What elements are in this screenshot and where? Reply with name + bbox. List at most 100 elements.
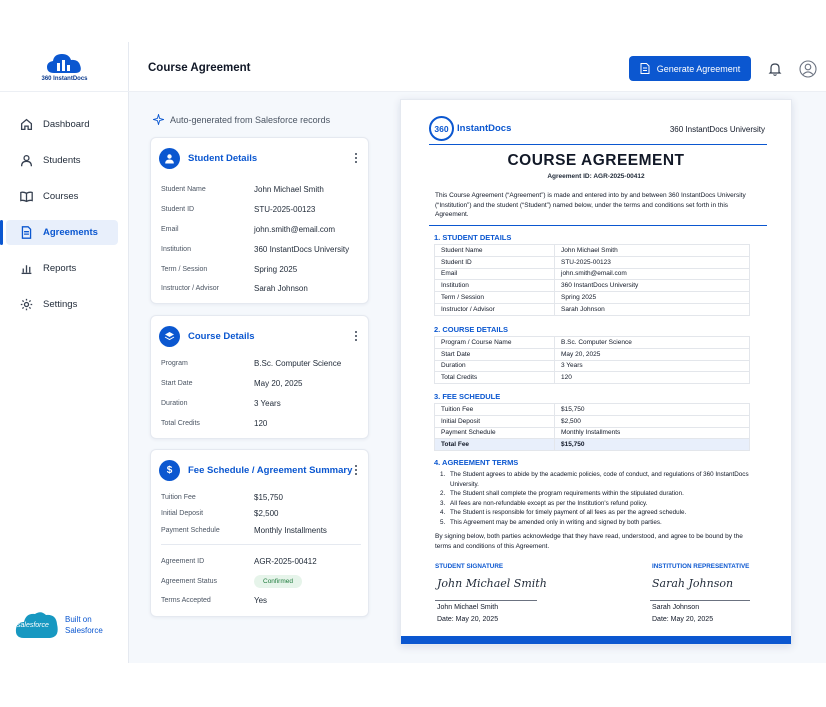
- app-logo[interactable]: 360 InstantDocs: [0, 42, 129, 92]
- row-key: Student ID: [161, 206, 195, 214]
- row-value: 120: [254, 418, 268, 428]
- home-icon: [20, 118, 33, 131]
- row-key: Instructor / Advisor: [161, 285, 219, 293]
- row-key: Terms Accepted: [161, 597, 211, 605]
- document-icon: [640, 63, 650, 74]
- fee-schedule-card: $ Fee Schedule / Agreement Summary Tuiti…: [150, 449, 369, 617]
- cloud-logo-icon: [46, 54, 81, 73]
- fee-row: Payment Schedule Monthly Installments: [161, 522, 361, 539]
- cell: 3 Years: [554, 359, 750, 373]
- bell-icon[interactable]: [768, 62, 782, 76]
- cell: Payment Schedule: [434, 426, 555, 440]
- student-row: Institution 360 InstantDocs University: [161, 239, 361, 259]
- doc-section-title: 3. FEE SCHEDULE: [434, 392, 501, 401]
- row-key: Tuition Fee: [161, 493, 196, 501]
- table-row: Start Date May 20, 2025: [434, 347, 750, 361]
- sidebar-item-label: Students: [43, 155, 81, 166]
- cell: Total Credits: [434, 371, 555, 385]
- cell: Spring 2025: [554, 291, 750, 304]
- doc-logo-name: InstantDocs: [457, 123, 512, 134]
- sidebar-item-students[interactable]: Students: [6, 148, 118, 173]
- fee-card-title: Fee Schedule / Agreement Summary: [188, 465, 353, 476]
- row-value: AGR-2025-00412: [254, 556, 317, 566]
- table-row: Tuition Fee $15,750: [434, 403, 750, 416]
- cell: B.Sc. Computer Science: [554, 336, 750, 349]
- kebab-menu-icon[interactable]: [354, 464, 358, 476]
- sidebar: 360 InstantDocs Dashboard Students Cours…: [0, 42, 129, 663]
- signature-line: [435, 600, 537, 601]
- term-text: The Student shall complete the program r…: [450, 490, 684, 497]
- salesforce-badge[interactable]: salesforce Built on Salesforce: [14, 608, 103, 641]
- sidebar-item-label: Agreements: [43, 227, 98, 238]
- student-row: Student Name John Michael Smith: [161, 180, 361, 200]
- user-icon: [20, 154, 33, 167]
- auto-note-text: Auto-generated from Salesforce records: [170, 114, 331, 125]
- sidebar-item-settings[interactable]: Settings: [6, 292, 118, 317]
- doc-agreement-id: Agreement ID: AGR-2025-00412: [547, 173, 645, 180]
- row-value: B.Sc. Computer Science: [254, 359, 342, 369]
- institution-signer-name: Sarah Johnson: [652, 604, 700, 611]
- row-key: Student Name: [161, 186, 206, 194]
- doc-rule: [429, 144, 767, 145]
- row-value: $15,750: [254, 492, 283, 502]
- sidebar-item-agreements[interactable]: Agreements: [0, 220, 118, 245]
- doc-course-table: Program / Course Name B.Sc. Computer Scie…: [434, 336, 750, 385]
- summary-row: Agreement ID AGR-2025-00412: [161, 552, 361, 572]
- cell: Tuition Fee: [434, 403, 555, 416]
- doc-intro: This Course Agreement (“Agreement”) is m…: [435, 192, 746, 218]
- sidebar-item-reports[interactable]: Reports: [6, 256, 118, 281]
- auto-generated-note: Auto-generated from Salesforce records: [153, 114, 330, 125]
- doc-terms-list: 1. The Student agrees to abide by the aca…: [440, 470, 760, 527]
- doc-footer-bar: [401, 636, 791, 644]
- table-row-total: Total Fee $15,750: [434, 438, 750, 452]
- row-value: 360 InstantDocs University: [254, 244, 350, 254]
- row-value: Monthly Installments: [254, 525, 327, 535]
- cell: Student ID: [434, 255, 555, 269]
- term-number: 5.: [440, 518, 446, 526]
- term-text: The Student agrees to abide by the acade…: [450, 471, 749, 488]
- summary-row: Agreement Status Confirmed: [161, 571, 361, 591]
- signature-line: [650, 600, 750, 601]
- sidebar-item-label: Dashboard: [43, 119, 90, 130]
- course-row: Duration 3 Years: [161, 394, 361, 414]
- row-value: STU-2025-00123: [254, 205, 316, 215]
- student-row: Email john.smith@email.com: [161, 220, 361, 240]
- table-row: Total Credits 120: [434, 371, 750, 385]
- institution-signature-label: INSTITUTION REPRESENTATIVE: [652, 563, 750, 570]
- row-key: Agreement Status: [161, 577, 218, 585]
- cell: $15,750: [554, 438, 750, 452]
- course-details-card: Course Details Program B.Sc. Computer Sci…: [150, 315, 369, 439]
- book-icon: [20, 191, 33, 203]
- cell: John Michael Smith: [554, 244, 750, 257]
- row-value: Sarah Johnson: [254, 284, 308, 294]
- doc-fee-table: Tuition Fee $15,750 Initial Deposit $2,500…: [434, 403, 750, 452]
- student-signature: John Michael Smith: [437, 577, 547, 590]
- list-item: 1. The Student agrees to abide by the aca…: [440, 470, 760, 489]
- cell: Start Date: [434, 347, 555, 361]
- sparkle-icon: [153, 114, 164, 125]
- summary-row: Terms Accepted Yes: [161, 591, 361, 611]
- kebab-menu-icon[interactable]: [354, 152, 358, 164]
- salesforce-logo-text: salesforce: [17, 622, 49, 629]
- sidebar-item-dashboard[interactable]: Dashboard: [6, 112, 118, 137]
- page-title: Course Agreement: [148, 62, 251, 74]
- student-row: Term / Session Spring 2025: [161, 259, 361, 279]
- table-row: Duration 3 Years: [434, 359, 750, 373]
- kebab-menu-icon[interactable]: [354, 330, 358, 342]
- doc-rule: [429, 225, 767, 226]
- student-details-card: Student Details Student Name John Michael…: [150, 137, 369, 304]
- student-signer-name: John Michael Smith: [437, 604, 499, 611]
- row-value: May 20, 2025: [254, 379, 303, 389]
- doc-section-title: 1. STUDENT DETAILS: [434, 233, 512, 242]
- student-signature-label: STUDENT SIGNATURE: [435, 563, 504, 570]
- doc-title: COURSE AGREEMENT: [507, 152, 685, 169]
- sidebar-item-courses[interactable]: Courses: [6, 184, 118, 209]
- user-avatar-icon[interactable]: [799, 60, 817, 78]
- row-value: Spring 2025: [254, 264, 298, 274]
- row-value: $2,500: [254, 509, 279, 519]
- generate-agreement-button[interactable]: Generate Agreement: [629, 56, 751, 81]
- list-item: 3. All fees are non-refundable except as …: [440, 499, 760, 509]
- table-row: Initial Deposit $2,500: [434, 414, 750, 428]
- doc-university: 360 InstantDocs University: [669, 125, 765, 134]
- cell: Program / Course Name: [434, 336, 555, 349]
